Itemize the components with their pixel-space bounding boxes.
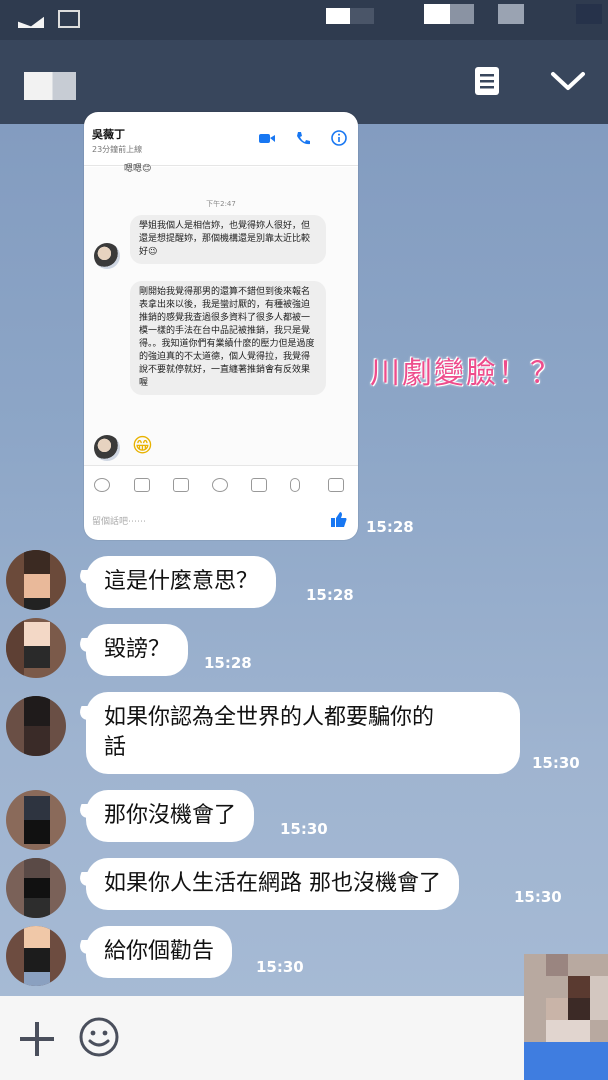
camera-icon — [134, 478, 150, 492]
shot-time-divider: 下午2:47 — [206, 200, 236, 208]
redacted-corner — [524, 954, 608, 1080]
image-icon — [58, 10, 80, 28]
plus-icon[interactable] — [18, 1020, 56, 1058]
shot-emoji-reply: 😁 — [132, 433, 153, 457]
message-bubble: 毀謗？ — [86, 624, 189, 676]
smiley-icon — [212, 478, 228, 492]
shot-last-active: 23分鐘前上線 — [92, 145, 143, 154]
status-redaction — [498, 4, 524, 24]
shot-input-placeholder: 留個話吧⋯⋯ — [92, 517, 147, 527]
video-call-icon — [259, 134, 275, 143]
avatar[interactable] — [6, 790, 66, 850]
info-icon — [331, 130, 347, 146]
chat-title-redacted — [24, 72, 76, 100]
shot-conversation: 嗯嗯😊 下午2:47 學姐我個人是相信妳，也覺得妳人很好，但還是想提醒妳，那個機… — [84, 164, 358, 465]
shot-toolbar — [84, 465, 358, 505]
message-bubble: 這是什麼意思？ — [86, 556, 277, 608]
thumbs-up-icon — [331, 512, 347, 527]
phone-icon — [297, 132, 310, 145]
message-time: 15:28 — [366, 518, 414, 536]
shot-partial-message: 嗯嗯😊 — [124, 164, 152, 174]
shot-avatar — [94, 435, 120, 461]
message-bubble: 如果你認為全世界的人都要騙你的 話 — [86, 692, 520, 774]
message-bubble: 那你沒機會了 — [86, 790, 255, 842]
message-bubble: 如果你人生活在網路 那也沒機會了 — [86, 858, 459, 910]
gallery-icon — [173, 478, 189, 492]
message-time: 15:30 — [280, 820, 328, 838]
shot-avatar — [94, 243, 120, 269]
message-bubble: 給你個勸告 — [86, 926, 233, 978]
message-time: 15:30 — [256, 958, 304, 976]
avatar[interactable] — [6, 926, 66, 986]
note-icon[interactable] — [474, 66, 500, 96]
shot-message-2: 剛開始我覺得那男的還算不錯但到後來報名表拿出來以後，我是蠻討厭的，有種被強迫推銷… — [130, 281, 326, 395]
gif-icon — [251, 478, 267, 492]
status-redaction — [326, 8, 350, 24]
mic-icon — [290, 478, 300, 492]
message-time: 15:28 — [204, 654, 252, 672]
more-icon — [328, 478, 344, 492]
avatar[interactable] — [6, 858, 66, 918]
message-time: 15:30 — [532, 754, 580, 772]
input-bar — [0, 996, 608, 1080]
chevron-down-icon[interactable] — [548, 68, 588, 94]
overlay-caption: 川劇變臉！？ — [370, 356, 562, 391]
status-redaction — [350, 8, 374, 24]
shot-message-1: 學姐我個人是相信妳，也覺得妳人很好，但還是想提醒妳，那個機構還是別靠太近比較好😉 — [130, 215, 326, 264]
shot-header: 吳薇丁 23分鐘前上線 — [84, 124, 358, 166]
message-time: 15:28 — [306, 586, 354, 604]
status-redaction — [424, 4, 450, 24]
emoji-icon[interactable] — [78, 1016, 120, 1058]
status-redaction — [576, 4, 602, 24]
shared-screenshot-image[interactable]: 吳薇丁 23分鐘前上線 嗯嗯😊 下午2:47 學姐我個人是相信妳，也覺得妳人很好… — [84, 112, 358, 540]
avatar[interactable] — [6, 550, 66, 610]
message-time: 15:30 — [514, 888, 562, 906]
aa-icon — [94, 478, 110, 492]
status-bar — [0, 0, 608, 40]
avatar[interactable] — [6, 618, 66, 678]
status-redaction — [450, 4, 474, 24]
envelope-icon — [18, 12, 44, 28]
avatar[interactable] — [6, 696, 66, 756]
shot-contact-name: 吳薇丁 — [92, 128, 125, 141]
